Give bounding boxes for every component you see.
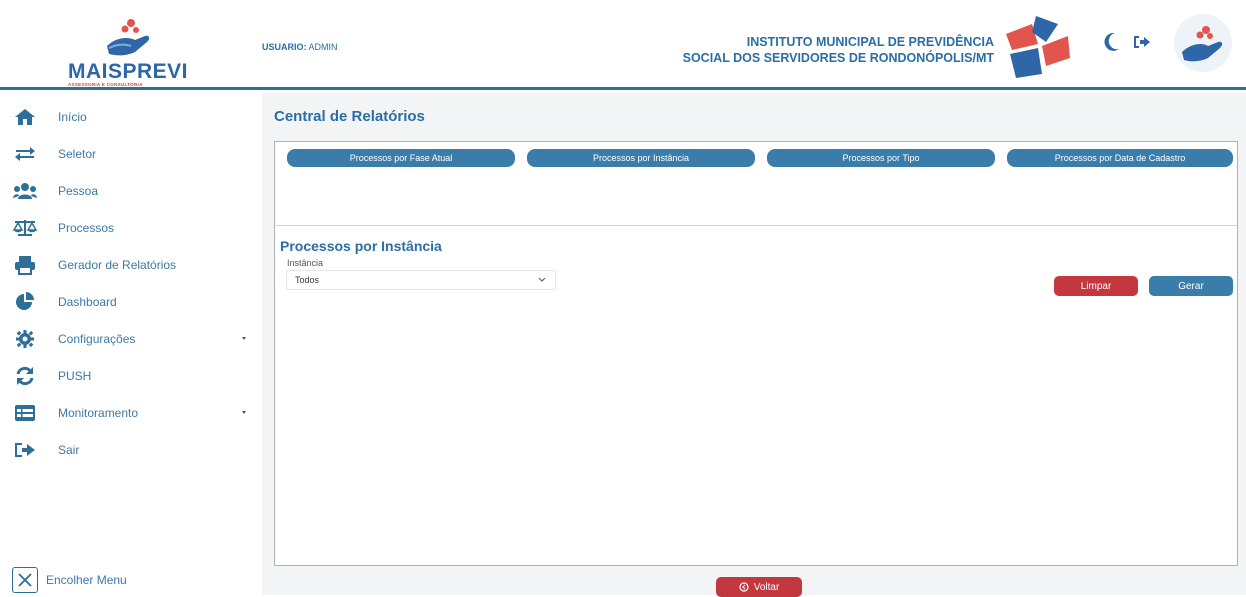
sidebar: Início Seletor Pessoa Processos Gerador … bbox=[0, 93, 262, 595]
sidebar-item-label: Dashboard bbox=[58, 295, 117, 309]
instance-select-value: Todos bbox=[295, 275, 320, 285]
logout-icon[interactable] bbox=[1132, 32, 1152, 52]
sidebar-item-label: Seletor bbox=[58, 147, 97, 161]
sidebar-item-dashboard[interactable]: Dashboard bbox=[12, 288, 252, 316]
brand-tagline: ASSESSORIA E CONSULTORIA bbox=[68, 82, 143, 87]
chevron-down-icon bbox=[242, 411, 246, 414]
tab-processos-por-fase-atual[interactable]: Processos por Fase Atual bbox=[287, 149, 515, 167]
sidebar-item-gerador-de-relatorios[interactable]: Gerador de Relatórios bbox=[12, 251, 252, 279]
avatar[interactable] bbox=[1174, 14, 1232, 72]
back-circle-icon bbox=[739, 582, 749, 592]
pie-chart-icon bbox=[12, 291, 38, 313]
sidebar-item-label: Sair bbox=[58, 443, 80, 457]
chevron-down-icon bbox=[538, 277, 546, 282]
sidebar-item-label: PUSH bbox=[58, 369, 92, 383]
brand-name: MAISPREVI bbox=[68, 60, 189, 83]
institution-line-2: SOCIAL DOS SERVIDORES DE RONDONÓPOLIS/MT bbox=[682, 51, 994, 65]
top-header: MAISPREVI ASSESSORIA E CONSULTORIA USUAR… bbox=[0, 0, 1246, 90]
close-icon bbox=[12, 567, 38, 593]
main-content: Central de Relatórios Processos por Fase… bbox=[262, 93, 1246, 597]
user-name: ADMIN bbox=[308, 42, 338, 52]
sidebar-item-processos[interactable]: Processos bbox=[12, 214, 252, 242]
print-icon bbox=[12, 254, 38, 276]
sidebar-item-label: Monitoramento bbox=[58, 406, 139, 420]
institution-name: INSTITUTO MUNICIPAL DE PREVIDÊNCIA SOCIA… bbox=[683, 34, 994, 66]
sidebar-item-pessoa[interactable]: Pessoa bbox=[12, 177, 252, 205]
report-panel: Processos por Fase Atual Processos por I… bbox=[274, 141, 1238, 566]
header-actions bbox=[1102, 32, 1152, 52]
tab-processos-por-instancia[interactable]: Processos por Instância bbox=[527, 149, 755, 167]
sidebar-item-push[interactable]: PUSH bbox=[12, 362, 252, 390]
gear-icon bbox=[12, 328, 38, 350]
chevron-down-icon bbox=[242, 337, 246, 340]
avatar-hand-icon bbox=[1182, 26, 1223, 62]
sidebar-item-label: Configurações bbox=[58, 332, 136, 346]
section-title: Processos por Instância bbox=[280, 238, 442, 254]
collapse-menu-label: Encolher Menu bbox=[46, 573, 127, 587]
hand-logo-icon bbox=[107, 19, 150, 56]
balance-scale-icon bbox=[12, 217, 38, 239]
collapse-menu-button[interactable]: Encolher Menu bbox=[12, 567, 127, 593]
institution-line-1: INSTITUTO MUNICIPAL DE PREVIDÊNCIA bbox=[746, 35, 994, 49]
home-icon bbox=[12, 106, 38, 128]
table-icon bbox=[12, 402, 38, 424]
sidebar-item-label: Gerador de Relatórios bbox=[58, 258, 177, 272]
back-label: Voltar bbox=[753, 581, 780, 593]
instance-select[interactable]: Todos bbox=[286, 270, 556, 290]
sign-out-icon bbox=[12, 439, 38, 461]
page-title: Central de Relatórios bbox=[274, 108, 425, 125]
sidebar-item-configuracoes[interactable]: Configurações bbox=[12, 325, 252, 353]
sidebar-item-seletor[interactable]: Seletor bbox=[12, 140, 252, 168]
sidebar-item-label: Processos bbox=[58, 221, 115, 235]
tab-processos-por-data-de-cadastro[interactable]: Processos por Data de Cadastro bbox=[1007, 149, 1233, 167]
sidebar-item-label: Pessoa bbox=[58, 184, 99, 198]
sidebar-item-label: Início bbox=[58, 110, 87, 124]
sync-icon bbox=[12, 365, 38, 387]
back-button[interactable]: Voltar bbox=[716, 577, 802, 597]
institution-logo-icon bbox=[1006, 16, 1070, 78]
user-label: USUARIO: bbox=[262, 42, 307, 52]
sidebar-item-inicio[interactable]: Início bbox=[12, 103, 252, 131]
instance-label: Instância bbox=[287, 258, 324, 268]
clear-button[interactable]: Limpar bbox=[1054, 276, 1138, 296]
tab-processos-por-tipo[interactable]: Processos por Tipo bbox=[767, 149, 995, 167]
sidebar-item-sair[interactable]: Sair bbox=[12, 436, 252, 464]
report-tabs: Processos por Fase Atual Processos por I… bbox=[275, 142, 1237, 226]
users-icon bbox=[12, 180, 38, 202]
generate-button[interactable]: Gerar bbox=[1149, 276, 1233, 296]
user-indicator: USUARIO: ADMIN bbox=[262, 42, 338, 52]
sidebar-item-monitoramento[interactable]: Monitoramento bbox=[12, 399, 252, 427]
maisprevi-logo[interactable]: MAISPREVI ASSESSORIA E CONSULTORIA bbox=[60, 10, 210, 88]
moon-icon[interactable] bbox=[1102, 32, 1122, 52]
exchange-icon bbox=[12, 143, 38, 165]
